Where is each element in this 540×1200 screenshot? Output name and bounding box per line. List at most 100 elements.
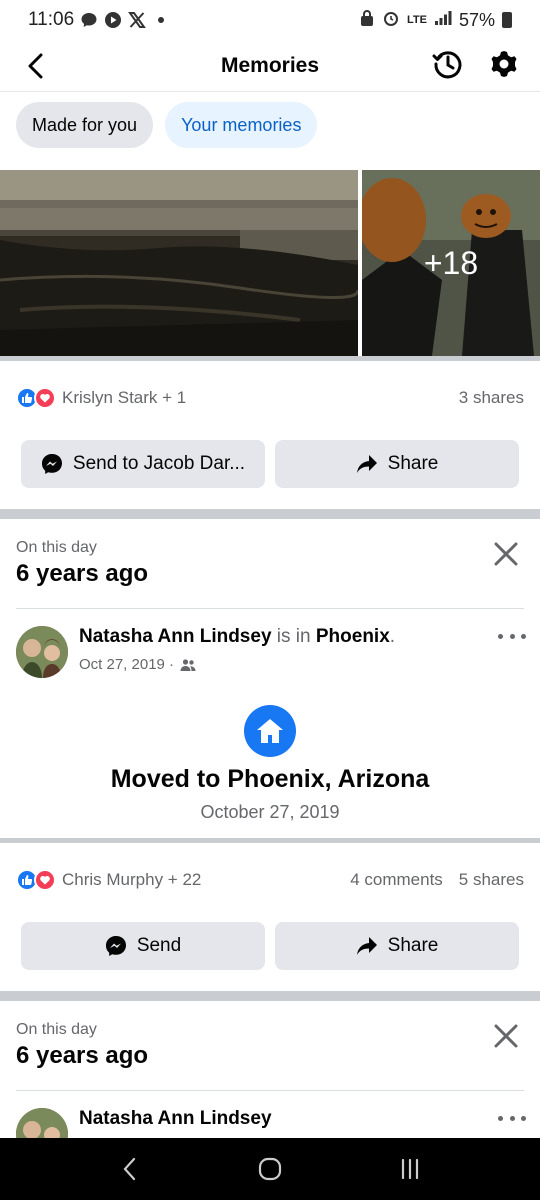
memory-filter-chips: Made for you Your memories bbox=[16, 102, 318, 148]
love-reaction-icon bbox=[34, 387, 56, 409]
share-label: Share bbox=[387, 935, 439, 956]
reaction-icons[interactable] bbox=[16, 387, 56, 409]
dismiss-memory-button[interactable] bbox=[488, 1018, 524, 1054]
play-circle-icon bbox=[104, 11, 122, 29]
network-type: LTE bbox=[407, 14, 427, 26]
dismiss-memory-button[interactable] bbox=[488, 536, 524, 572]
reactions-row: Krislyn Stark + 1 3 shares bbox=[16, 387, 524, 409]
messenger-icon bbox=[41, 454, 62, 474]
on-this-day-label: On this day bbox=[16, 1021, 97, 1038]
post-actions: Send to Jacob Dar... Share bbox=[21, 440, 519, 488]
status-time: 11:06 bbox=[28, 9, 75, 30]
post-date[interactable]: Oct 27, 2019 · bbox=[79, 656, 174, 673]
battery-icon bbox=[502, 12, 512, 28]
gear-icon bbox=[491, 51, 517, 77]
share-arrow-icon bbox=[356, 937, 377, 955]
post-header-line: Natasha Ann Lindsey is in Phoenix. bbox=[79, 626, 396, 647]
reactions-row: Chris Murphy + 22 4 comments 5 shares bbox=[16, 869, 524, 891]
nav-recents-button[interactable] bbox=[390, 1149, 430, 1189]
post-meta: Oct 27, 2019 · bbox=[79, 656, 196, 673]
engagement-counts: 3 shares bbox=[459, 388, 524, 408]
dot bbox=[509, 1115, 515, 1121]
section-separator bbox=[0, 991, 540, 1001]
section-separator bbox=[0, 356, 540, 361]
send-label: Send to Jacob Dar... bbox=[72, 453, 246, 474]
reaction-icons[interactable] bbox=[16, 869, 56, 891]
send-button[interactable]: Send bbox=[21, 922, 265, 970]
dot bbox=[498, 633, 503, 639]
photo-collage: +18 bbox=[0, 170, 540, 356]
reactors-text[interactable]: Chris Murphy + 22 bbox=[62, 870, 201, 890]
send-label: Send bbox=[136, 935, 182, 956]
close-icon bbox=[494, 542, 518, 566]
chevron-left-icon bbox=[28, 53, 43, 79]
notification-dot-icon bbox=[152, 11, 170, 29]
nav-back-button[interactable] bbox=[110, 1149, 150, 1189]
signal-icon bbox=[434, 10, 452, 31]
photo-bridge[interactable] bbox=[0, 170, 358, 356]
life-event-title: Moved to Phoenix, Arizona bbox=[110, 765, 430, 793]
comments-count[interactable]: 4 comments bbox=[350, 870, 443, 890]
chevron-left-icon bbox=[123, 1157, 136, 1181]
author-name[interactable]: Natasha Ann Lindsey bbox=[79, 626, 272, 647]
years-ago-heading: 6 years ago bbox=[16, 560, 149, 587]
more-photos-count: +18 bbox=[362, 170, 540, 356]
nav-home-button[interactable] bbox=[250, 1149, 290, 1189]
engagement-counts: 4 comments 5 shares bbox=[350, 870, 524, 890]
dot bbox=[521, 1115, 526, 1121]
post-header-line: Natasha Ann Lindsey bbox=[79, 1108, 272, 1130]
back-button[interactable] bbox=[18, 48, 54, 84]
lock-icon bbox=[359, 9, 375, 32]
share-arrow-icon bbox=[356, 455, 377, 473]
dot bbox=[498, 1115, 503, 1121]
system-nav-bar bbox=[0, 1138, 540, 1200]
shares-count[interactable]: 5 shares bbox=[459, 870, 524, 890]
avatar[interactable] bbox=[16, 626, 68, 678]
avatar-photo bbox=[16, 626, 68, 678]
chip-your-memories[interactable]: Your memories bbox=[165, 102, 318, 148]
alarm-icon bbox=[382, 9, 400, 32]
send-button[interactable]: Send to Jacob Dar... bbox=[21, 440, 265, 488]
is-in-text: is in bbox=[276, 626, 311, 647]
status-left: 11:06 bbox=[28, 9, 170, 31]
years-ago-heading: 6 years ago bbox=[16, 1042, 149, 1069]
chat-bubble-icon bbox=[80, 11, 98, 29]
reactors-text[interactable]: Krislyn Stark + 1 bbox=[62, 388, 186, 408]
post-options-button[interactable] bbox=[498, 626, 526, 646]
dot bbox=[509, 633, 515, 639]
photo-pumpkin[interactable]: +18 bbox=[362, 170, 540, 356]
header-actions bbox=[430, 46, 522, 82]
dot bbox=[521, 633, 526, 639]
chip-made-for-you[interactable]: Made for you bbox=[16, 102, 154, 148]
battery-percent: 57% bbox=[458, 9, 495, 30]
bridge-image bbox=[0, 170, 358, 356]
app-header: Memories bbox=[0, 40, 540, 92]
history-button[interactable] bbox=[430, 46, 466, 82]
home-life-event-icon bbox=[244, 705, 296, 757]
status-bar: 11:06 LTE 57% bbox=[0, 0, 540, 40]
shares-count[interactable]: 3 shares bbox=[459, 388, 524, 408]
life-event-date: October 27, 2019 bbox=[200, 802, 340, 822]
friends-audience-icon bbox=[180, 658, 196, 671]
share-button[interactable]: Share bbox=[275, 922, 519, 970]
on-this-day-label: On this day bbox=[16, 539, 97, 556]
messenger-icon bbox=[105, 936, 126, 956]
history-icon bbox=[432, 51, 462, 79]
section-separator bbox=[0, 509, 540, 519]
share-button[interactable]: Share bbox=[275, 440, 519, 488]
home-circle-icon bbox=[258, 1157, 282, 1181]
post-actions: Send Share bbox=[21, 922, 519, 970]
status-right: LTE 57% bbox=[359, 9, 512, 32]
author-name[interactable]: Natasha Ann Lindsey bbox=[79, 1108, 272, 1129]
x-logo-icon bbox=[128, 11, 147, 29]
card-divider bbox=[16, 1090, 524, 1091]
settings-button[interactable] bbox=[486, 46, 522, 82]
section-separator bbox=[0, 838, 540, 843]
place-name[interactable]: Phoenix bbox=[316, 626, 390, 647]
card-divider bbox=[16, 608, 524, 609]
close-icon bbox=[494, 1024, 518, 1048]
love-reaction-icon bbox=[34, 869, 56, 891]
post-options-button[interactable] bbox=[498, 1108, 526, 1128]
recents-icon bbox=[401, 1158, 419, 1180]
share-label: Share bbox=[387, 453, 439, 474]
